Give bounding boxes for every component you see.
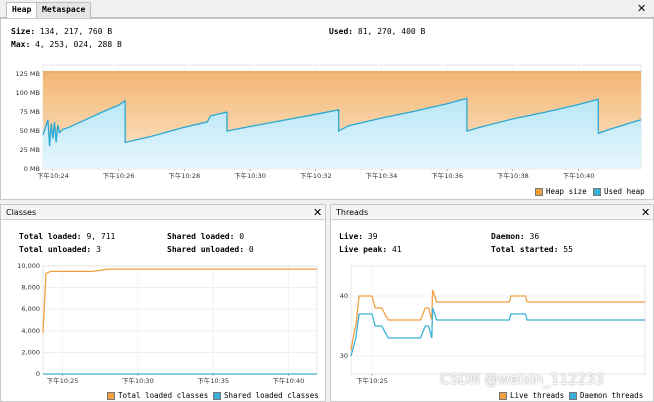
classes-shared-loaded-row: Shared loaded: 0 [167, 232, 244, 241]
heap-size-swatch [535, 187, 543, 196]
classes-shared-unloaded-value: 0 [248, 245, 254, 254]
x-tick-label: 下午10:35 [197, 376, 229, 385]
shared-loaded-swatch [213, 391, 221, 400]
heap-used-row: Used: 81, 270, 400 B [329, 27, 425, 36]
classes-shared-unloaded-row: Shared unloaded: 0 [167, 245, 254, 254]
threads-live-row: Live: 39 [339, 232, 378, 241]
classes-panel: Classes ✕ Total loaded: 9, 711 Shared lo… [0, 204, 326, 402]
y-tick-label: 8,000 [21, 284, 40, 292]
classes-legend-shared-label: Shared loaded classes [224, 391, 319, 400]
classes-shared-loaded-value: 0 [239, 232, 245, 241]
threads-total-started-label: Total started: [491, 245, 559, 254]
classes-shared-unloaded-label: Shared unloaded: [167, 245, 245, 254]
plot-area [42, 265, 318, 375]
tab-heap[interactable]: Heap [6, 2, 38, 19]
x-tick-label: 下午10:26 [103, 171, 135, 180]
live-threads-swatch [499, 391, 507, 400]
classes-total-loaded-label: Total loaded: [19, 232, 82, 241]
threads-daemon-value: 36 [529, 232, 540, 241]
heap-legend-used: Used heap [593, 187, 645, 196]
tab-metaspace[interactable]: Metaspace [36, 2, 92, 18]
x-tick-label: 下午10:40 [273, 376, 305, 385]
heap-legend-used-label: Used heap [604, 187, 645, 196]
used-heap-swatch [593, 187, 601, 196]
classes-total-unloaded-label: Total unloaded: [19, 245, 92, 254]
threads-legend-daemon: Daemon threads [569, 391, 643, 400]
x-tick-label: 下午10:34 [366, 171, 398, 180]
y-tick-label: 100 MB [15, 89, 40, 97]
threads-live-peak-row: Live peak: 41 [339, 245, 402, 254]
daemon-threads-swatch [569, 391, 577, 400]
classes-close-icon[interactable]: ✕ [313, 207, 322, 218]
tab-heap-label: Heap [12, 5, 32, 14]
tab-metaspace-label: Metaspace [42, 5, 86, 14]
threads-title: Threads [336, 208, 369, 217]
threads-daemon-label: Daemon: [491, 232, 525, 241]
x-tick-label: 下午10:40 [563, 171, 595, 180]
threads-live-value: 39 [367, 232, 378, 241]
heap-max-label: Max: [11, 40, 31, 49]
total-loaded-swatch [107, 391, 115, 400]
threads-legend-live-label: Live threads [510, 391, 565, 400]
x-tick-label: 下午10:25 [356, 376, 388, 385]
x-tick-label: 下午10:28 [168, 171, 200, 180]
threads-total-started-row: Total started: 55 [491, 245, 573, 254]
classes-title: Classes [6, 208, 37, 217]
heap-size-label: Size: [11, 27, 36, 36]
classes-chart: 0 2,000 4,000 6,000 8,000 10,000 下午10:25 下午10:3… [17, 262, 318, 385]
x-tick-label: 下午10:36 [431, 171, 463, 180]
threads-total-started-value: 55 [563, 245, 573, 254]
y-tick-label: 75 MB [20, 108, 40, 116]
threads-live-peak-label: Live peak: [339, 245, 388, 254]
classes-legend-total: Total loaded classes [107, 391, 208, 400]
classes-total-unloaded-value: 3 [96, 245, 101, 254]
classes-legend-shared: Shared loaded classes [213, 391, 319, 400]
threads-close-icon[interactable]: ✕ [641, 207, 650, 218]
threads-chart: 30 40 下午10:25 [340, 265, 646, 385]
threads-header: Threads [331, 205, 653, 220]
y-tick-label: 30 [340, 352, 348, 360]
x-tick-label: 下午10:30 [234, 171, 266, 180]
x-tick-label: 下午10:30 [122, 376, 154, 385]
heap-used-value: 81, 270, 400 B [357, 27, 426, 36]
y-tick-label: 40 [340, 292, 348, 300]
classes-total-loaded-value: 9, 711 [86, 232, 116, 241]
classes-total-unloaded-row: Total unloaded: 3 [19, 245, 101, 254]
heap-size-row: Size: 134, 217, 760 B [11, 27, 112, 36]
y-tick-label: 10,000 [17, 262, 40, 270]
x-tick-label: 下午10:38 [497, 171, 529, 180]
tab-bar: Heap Metaspace ✕ [0, 0, 654, 19]
heap-legend-size: Heap size [535, 187, 587, 196]
x-tick-label: 下午10:24 [37, 171, 69, 180]
y-tick-label: 0 [36, 370, 40, 378]
heap-used-label: Used: [329, 27, 354, 36]
threads-legend-daemon-label: Daemon threads [580, 391, 644, 400]
classes-legend-total-label: Total loaded classes [118, 391, 209, 400]
heap-legend-size-label: Heap size [546, 187, 587, 196]
heap-max-value: 4, 253, 024, 288 B [35, 40, 122, 49]
heap-panel: Size: 134, 217, 760 B Used: 81, 270, 400… [0, 18, 654, 200]
y-tick-label: 2,000 [21, 348, 40, 356]
threads-live-label: Live: [339, 232, 364, 241]
x-tick-label: 下午10:25 [47, 376, 79, 385]
heap-chart: 0 MB25 MB50 MB75 MB100 MB125 MB下午10:24 下午… [15, 64, 642, 180]
threads-daemon-row: Daemon: 36 [491, 232, 539, 241]
classes-total-loaded-row: Total loaded: 9, 711 [19, 232, 115, 241]
heap-max-row: Max: 4, 253, 024, 288 B [11, 40, 122, 49]
classes-header: Classes [1, 205, 325, 220]
threads-legend-live: Live threads [499, 391, 564, 400]
heap-size-value: 134, 217, 760 B [39, 27, 113, 36]
classes-shared-loaded-label: Shared loaded: [167, 232, 235, 241]
y-tick-label: 4,000 [21, 327, 40, 335]
y-tick-label: 6,000 [21, 305, 40, 313]
y-tick-label: 25 MB [20, 146, 40, 154]
x-tick-label: 下午10:32 [300, 171, 332, 180]
watermark: CSDN @weixin_112233 [440, 372, 604, 388]
close-icon[interactable]: ✕ [637, 3, 646, 14]
y-tick-label: 125 MB [15, 70, 40, 78]
y-tick-label: 50 MB [20, 127, 40, 135]
threads-live-peak-value: 41 [392, 245, 402, 254]
